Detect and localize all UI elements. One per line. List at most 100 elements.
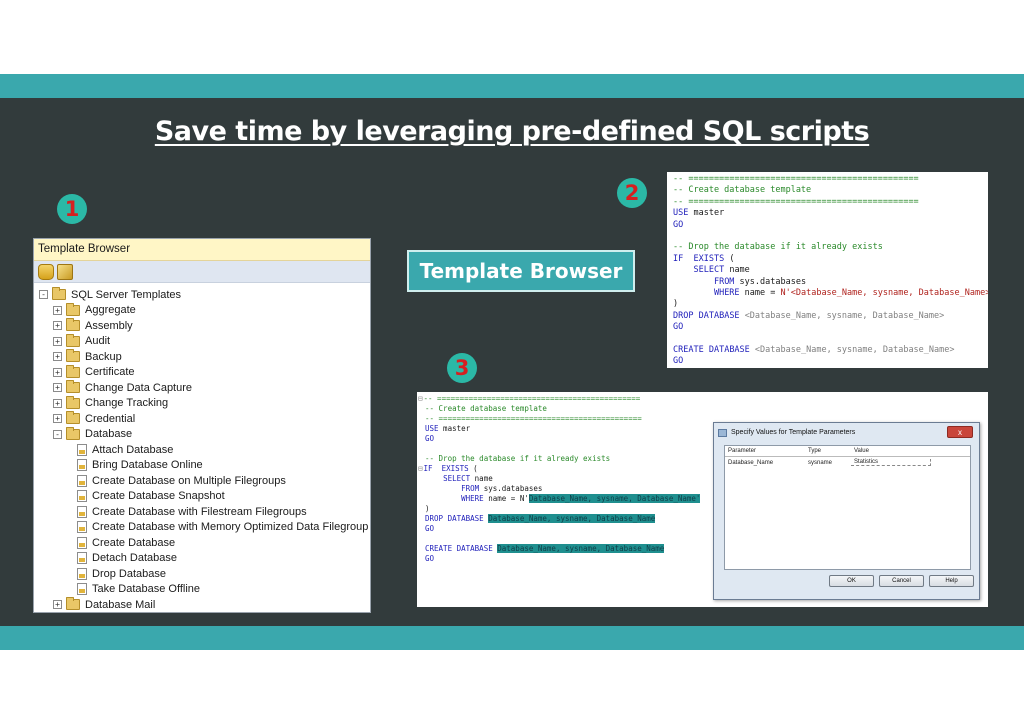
tree-template-item[interactable]: Bring Database Online: [34, 458, 370, 474]
cancel-button[interactable]: Cancel: [879, 575, 924, 587]
template-parameter-highlight[interactable]: Database_Name, sysname, Database_Name: [497, 544, 665, 553]
folder-icon: [66, 411, 80, 425]
column-header-type: Type: [808, 448, 822, 454]
tree-item-label: Backup: [85, 350, 122, 363]
tree-item-label: Audit: [85, 335, 111, 348]
tree-item-label: Create Database on Multiple Filegroups: [92, 474, 286, 487]
dialog-title-bar: Specify Values for Template Parameters x: [714, 423, 979, 443]
code-line: CREATE DATABASE <Database_Name, sysname,…: [673, 344, 955, 355]
folder-icon: [66, 333, 80, 347]
template-tree: - SQL Server Templates + Aggregate + Assembly…: [34, 283, 370, 612]
tree-template-item[interactable]: Create Database with Filestream Filegrou…: [34, 504, 370, 520]
tree-folder[interactable]: + Change Tracking: [34, 395, 370, 412]
step-badge-3: 3: [447, 353, 477, 383]
help-button[interactable]: Help: [929, 575, 974, 587]
collapse-icon[interactable]: -: [53, 429, 62, 439]
template-file-icon: [77, 567, 87, 580]
tree-item-label: Detach Database: [92, 552, 177, 565]
code-line: GO: [673, 356, 684, 367]
sql-template-code: -- =====================================…: [667, 172, 988, 368]
tree-template-item[interactable]: Create Database on Multiple Filegroups: [34, 473, 370, 489]
bottom-accent-band: [0, 626, 1024, 650]
code-line: DROP DATABASE <Database_Name, sysname, D…: [673, 310, 945, 321]
tree-template-item[interactable]: Create Database: [34, 535, 370, 551]
folder-icon: [66, 426, 80, 440]
tree-folder[interactable]: + Change Data Capture: [34, 380, 370, 396]
tree-item-label: Aggregate: [85, 304, 136, 317]
tree-template-item[interactable]: Create Database with Memory Optimized Da…: [34, 520, 370, 536]
slide-title: Save time by leveraging pre-defined SQL …: [154, 116, 870, 147]
tree-item-label: Change Tracking: [85, 397, 169, 410]
code-line: GO: [673, 219, 684, 230]
tree-item-label: Credential: [85, 412, 136, 425]
tree-item-label: Change Data Capture: [85, 381, 193, 394]
template-file-icon: [77, 490, 87, 503]
tree-folder[interactable]: + Certificate: [34, 364, 370, 381]
cube-icon[interactable]: [57, 264, 73, 280]
expand-icon[interactable]: +: [53, 414, 62, 424]
expand-icon[interactable]: +: [53, 321, 62, 331]
template-parameter-highlight[interactable]: Database_Name, sysname, Database_Name': [528, 494, 701, 503]
tree-folder[interactable]: + Backup: [34, 349, 370, 365]
tree-template-item[interactable]: Take Database Offline: [34, 582, 370, 598]
expand-icon[interactable]: +: [53, 600, 62, 610]
expand-icon[interactable]: +: [53, 367, 62, 377]
code-line: -- =====================================…: [673, 174, 919, 184]
tree-folder[interactable]: + Database Mail: [34, 597, 370, 612]
tree-folder-database[interactable]: - Database: [34, 426, 370, 443]
tree-template-item[interactable]: Attach Database: [34, 442, 370, 458]
tree-template-item[interactable]: Create Database Snapshot: [34, 489, 370, 505]
template-file-icon: [77, 552, 87, 565]
tree-item-label: Database Mail: [85, 598, 156, 611]
expand-icon[interactable]: +: [53, 305, 62, 315]
expand-icon[interactable]: +: [53, 336, 62, 346]
expand-icon[interactable]: +: [53, 383, 62, 393]
tree-template-item[interactable]: Detach Database: [34, 551, 370, 567]
code-line: FROM sys.databases: [713, 276, 807, 287]
code-line: IF EXISTS (: [673, 253, 735, 264]
code-line: -- Drop the database if it already exist…: [673, 242, 883, 253]
tree-folder[interactable]: + Credential: [34, 411, 370, 427]
dialog-buttons: OK Cancel Help: [829, 575, 974, 587]
template-file-icon: [77, 459, 87, 472]
tree-item-label: Database: [85, 428, 133, 441]
folder-icon: [66, 302, 80, 316]
template-parameter-highlight[interactable]: Database_Name, sysname, Database_Name: [488, 514, 656, 523]
folder-icon: [52, 287, 66, 301]
expand-icon[interactable]: +: [53, 398, 62, 408]
code-line: -- Create database template: [425, 404, 547, 413]
tree-item-label: SQL Server Templates: [71, 288, 182, 301]
close-icon[interactable]: x: [947, 426, 973, 438]
template-file-icon: [77, 583, 87, 596]
folder-icon: [66, 597, 80, 611]
dialog-title: Specify Values for Template Parameters: [731, 429, 856, 436]
parameter-row: Database_Name sysname Statistics: [725, 457, 970, 468]
grid-header-row: Parameter Type Value: [725, 446, 970, 457]
tree-item-label: Create Database with Filestream Filegrou…: [92, 505, 307, 518]
tree-folder[interactable]: + Assembly: [34, 318, 370, 334]
template-file-icon: [77, 443, 87, 456]
ok-button[interactable]: OK: [829, 575, 874, 587]
folder-icon: [66, 380, 80, 394]
tree-root-sql-server-templates[interactable]: - SQL Server Templates: [34, 287, 370, 303]
window-icon: [718, 429, 727, 437]
template-file-icon: [77, 536, 87, 549]
tree-template-item[interactable]: Drop Database: [34, 566, 370, 582]
code-line: SELECT name: [693, 265, 750, 276]
tree-folder[interactable]: + Audit: [34, 333, 370, 350]
step-badge-2: 2: [617, 178, 647, 208]
collapse-icon[interactable]: -: [39, 290, 48, 300]
tree-item-label: Bring Database Online: [92, 459, 203, 472]
database-icon[interactable]: [38, 264, 54, 280]
code-line: USE master: [673, 208, 725, 219]
parameter-value-input[interactable]: Statistics: [851, 459, 931, 466]
template-browser-header: Template Browser: [34, 239, 370, 261]
tree-item-label: Take Database Offline: [92, 583, 201, 596]
tree-folder[interactable]: + Aggregate: [34, 302, 370, 319]
expand-icon[interactable]: +: [53, 352, 62, 362]
tree-item-label: Create Database with Memory Optimized Da…: [92, 521, 369, 534]
tree-item-label: Certificate: [85, 366, 135, 379]
template-file-icon: [77, 521, 87, 534]
template-browser-button[interactable]: Template Browser: [407, 250, 635, 292]
